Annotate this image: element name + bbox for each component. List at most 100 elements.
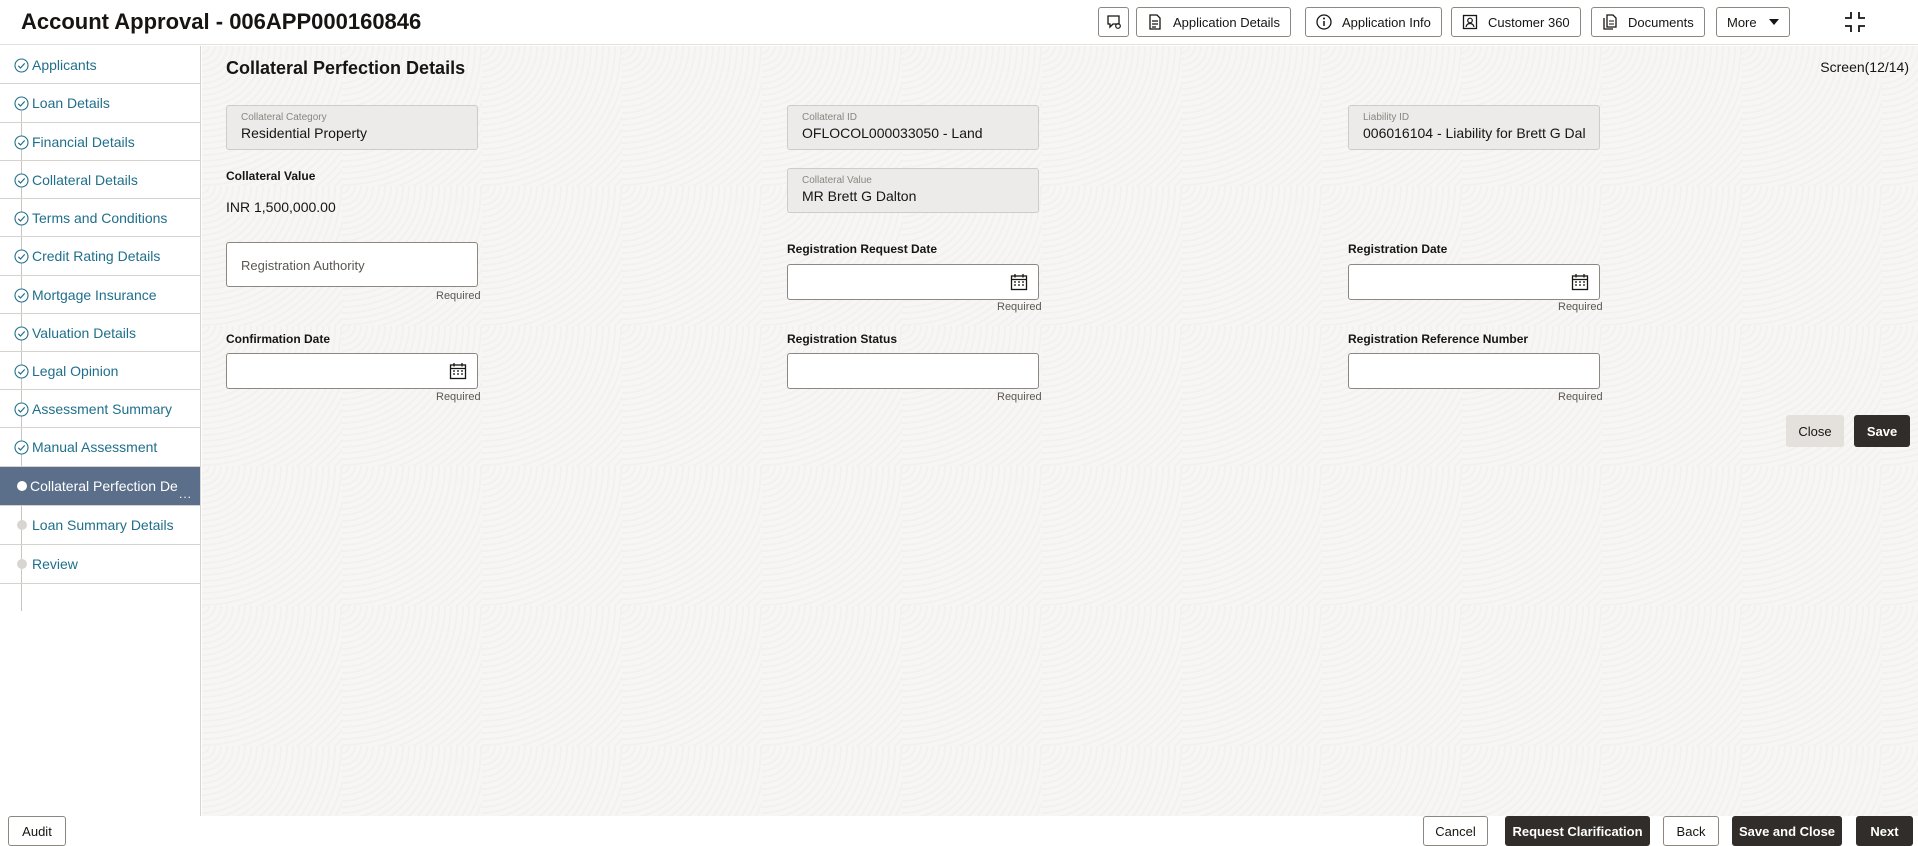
registration-authority-input[interactable]: Registration Authority [226, 242, 478, 287]
registration-date-input[interactable] [1348, 264, 1600, 300]
request-clarification-button[interactable]: Request Clarification [1505, 816, 1650, 846]
sidebar-item-applicants[interactable]: Applicants [0, 46, 200, 84]
sidebar-item-valuation-details[interactable]: Valuation Details [0, 314, 200, 352]
registration-status-input[interactable] [787, 353, 1039, 389]
registration-status-label: Registration Status [787, 332, 898, 346]
sidebar-item-loan-summary-details[interactable]: Loan Summary Details [0, 506, 200, 545]
sidebar-item-label: Legal Opinion [32, 362, 119, 379]
document-icon [1149, 14, 1161, 30]
pending-step-dot-icon [17, 559, 27, 569]
application-details-button[interactable]: Application Details [1136, 7, 1291, 37]
collateral-category-value: Residential Property [241, 125, 368, 141]
registration-authority-required: Required [436, 290, 481, 302]
sidebar-item-loan-details[interactable]: Loan Details [0, 84, 200, 123]
collateral-value-text: INR 1,500,000.00 [226, 199, 336, 215]
sidebar-item-terms-and-conditions[interactable]: Terms and Conditions [0, 199, 200, 237]
documents-button[interactable]: Documents [1591, 7, 1705, 37]
check-circle-icon [14, 58, 29, 73]
registration-authority-placeholder: Registration Authority [241, 258, 365, 273]
check-circle-icon [14, 288, 29, 303]
check-circle-icon [14, 326, 29, 341]
sidebar-item-label: Review [32, 556, 78, 572]
more-label: More [1727, 14, 1757, 30]
check-circle-icon [14, 135, 29, 150]
sidebar-item-label: Loan Summary Details [32, 517, 174, 533]
documents-icon [1603, 14, 1617, 30]
save-button[interactable]: Save [1854, 415, 1910, 447]
section-title: Collateral Perfection Details [226, 58, 466, 78]
collateral-value-field-label: Collateral Value [802, 175, 872, 186]
close-button[interactable]: Close [1786, 415, 1844, 447]
collateral-category-label: Collateral Category [241, 112, 327, 123]
back-button[interactable]: Back [1663, 816, 1719, 846]
sidebar-item-label: Collateral Details [32, 171, 138, 188]
audit-button[interactable]: Audit [8, 816, 66, 846]
sidebar-item-assessment-summary[interactable]: Assessment Summary [0, 390, 200, 428]
registration-date-required: Required [1558, 301, 1603, 313]
check-circle-icon [14, 440, 29, 455]
collateral-value-label: Collateral Value [226, 169, 316, 183]
sidebar-item-label: Loan Details [32, 95, 110, 111]
chat-button[interactable] [1098, 7, 1129, 37]
sidebar-item-label: Mortgage Insurance [32, 286, 157, 303]
sidebar-item-manual-assessment[interactable]: Manual Assessment [0, 428, 200, 467]
sidebar-item-collateral-perfection-de[interactable]: Collateral Perfection De... [0, 467, 200, 506]
application-details-label: Application Details [1173, 14, 1280, 30]
user-card-icon [1462, 14, 1478, 30]
registration-request-date-input[interactable] [787, 264, 1039, 300]
calendar-icon[interactable] [1010, 273, 1028, 291]
registration-request-date-required: Required [997, 301, 1042, 313]
check-circle-icon [14, 211, 29, 226]
customer-360-button[interactable]: Customer 360 [1451, 7, 1581, 37]
app-header: Account Approval - 006APP000160846 Appli… [0, 0, 1918, 45]
main-content: Collateral Perfection Details Screen(12/… [202, 46, 1918, 816]
chat-bubble-icon [1106, 15, 1121, 29]
chevron-down-icon [1768, 19, 1779, 25]
registration-reference-number-input[interactable] [1348, 353, 1600, 389]
registration-date-label: Registration Date [1348, 242, 1448, 256]
calendar-icon[interactable] [1571, 273, 1589, 291]
train-stop-sidebar: Applicants Loan Details Financial Details C… [0, 46, 201, 816]
collateral-value-field: Collateral Value MR Brett G Dalton [787, 168, 1039, 213]
customer-360-label: Customer 360 [1488, 14, 1570, 30]
registration-reference-number-required: Required [1558, 391, 1603, 403]
registration-status-required: Required [997, 391, 1042, 403]
check-circle-icon [14, 402, 29, 417]
sidebar-item-label: Manual Assessment [32, 439, 158, 455]
save-and-close-button[interactable]: Save and Close [1732, 816, 1842, 846]
current-step-dot-icon [17, 481, 27, 491]
sidebar-item-review[interactable]: Review [0, 545, 200, 584]
check-circle-icon [14, 173, 29, 188]
calendar-icon[interactable] [449, 362, 467, 380]
sidebar-item-legal-opinion[interactable]: Legal Opinion [0, 352, 200, 390]
liability-id-field: Liability ID 006016104 - Liability for B… [1348, 105, 1600, 150]
collapse-icon[interactable] [1843, 10, 1867, 34]
sidebar-item-overflow: ... [178, 487, 192, 501]
sidebar-item-label: Collateral Perfection De [30, 478, 178, 494]
collateral-id-field: Collateral ID OFLOCOL000033050 - Land [787, 105, 1039, 150]
sidebar-item-label: Assessment Summary [32, 400, 173, 417]
sidebar-item-credit-rating-details[interactable]: Credit Rating Details [0, 237, 200, 276]
documents-label: Documents [1628, 14, 1694, 30]
confirmation-date-input[interactable] [226, 353, 478, 389]
sidebar-item-collateral-details[interactable]: Collateral Details [0, 161, 200, 199]
application-info-button[interactable]: Application Info [1305, 7, 1442, 37]
check-circle-icon [14, 249, 29, 264]
confirmation-date-label: Confirmation Date [226, 332, 331, 346]
collateral-value-field-value: MR Brett G Dalton [802, 188, 917, 204]
application-info-label: Application Info [1342, 14, 1431, 30]
sidebar-item-label: Credit Rating Details [32, 248, 161, 264]
next-button[interactable]: Next [1856, 816, 1913, 846]
info-icon [1316, 14, 1332, 30]
more-menu-button[interactable]: More [1716, 7, 1790, 37]
sidebar-item-financial-details[interactable]: Financial Details [0, 123, 200, 161]
confirmation-date-required: Required [436, 391, 481, 403]
sidebar-item-mortgage-insurance[interactable]: Mortgage Insurance [0, 276, 200, 314]
check-circle-icon [14, 96, 29, 111]
sidebar-item-label: Financial Details [32, 133, 135, 150]
sidebar-item-label: Terms and Conditions [32, 209, 168, 226]
cancel-button[interactable]: Cancel [1423, 816, 1488, 846]
check-circle-icon [14, 364, 29, 379]
footer-bar: Audit Cancel Request Clarification Back … [0, 816, 1918, 846]
page-title: Account Approval - 006APP000160846 [21, 9, 422, 34]
